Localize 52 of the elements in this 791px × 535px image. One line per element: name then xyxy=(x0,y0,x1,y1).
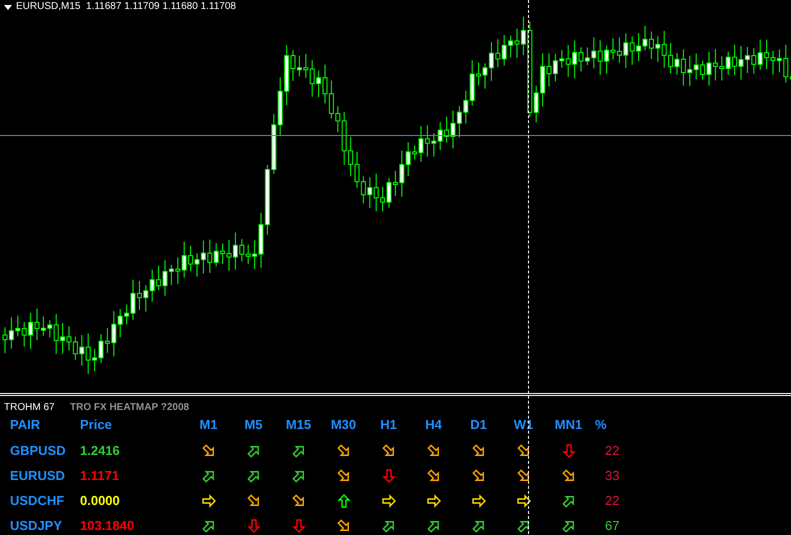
column-header: M30 xyxy=(330,416,358,434)
percent-value: 22 xyxy=(605,492,620,510)
pair-label: USDCHF xyxy=(10,492,66,510)
down-arrow-icon xyxy=(560,442,576,458)
percent-value: 67 xyxy=(605,517,620,535)
percent-value: 22 xyxy=(605,442,620,460)
price-value: 1.1171 xyxy=(80,467,120,485)
column-header: M15 xyxy=(284,416,312,434)
column-header: PAIR xyxy=(10,416,42,434)
down-arrow-icon xyxy=(290,518,306,534)
down-right-arrow-icon xyxy=(336,468,352,484)
column-header: H1 xyxy=(379,416,398,434)
percent-value: 33 xyxy=(605,467,620,485)
up-arrow-icon xyxy=(336,492,352,508)
down-right-arrow-icon xyxy=(336,442,352,458)
down-right-arrow-icon xyxy=(470,442,486,458)
down-arrow-icon xyxy=(246,518,262,534)
down-right-arrow-icon xyxy=(336,518,352,534)
right-arrow-icon xyxy=(380,492,396,508)
down-right-arrow-icon xyxy=(246,492,262,508)
column-header: Price xyxy=(80,416,113,434)
pair-label: USDJPY xyxy=(10,517,64,535)
down-right-arrow-icon xyxy=(516,442,532,458)
down-right-arrow-icon xyxy=(426,468,442,484)
right-arrow-icon xyxy=(200,492,216,508)
pair-label: EURUSD xyxy=(10,467,66,485)
triangle-icon[interactable] xyxy=(4,4,12,10)
down-arrow-icon xyxy=(380,468,396,484)
heatmap-title: TRO FX HEATMAP ?2008 xyxy=(70,402,190,413)
right-arrow-icon xyxy=(426,492,442,508)
down-right-arrow-icon xyxy=(200,442,216,458)
down-right-arrow-icon xyxy=(290,492,306,508)
column-header: M1 xyxy=(198,416,219,434)
chart-symbol-label: EURUSD,M15 1.11687 1.11709 1.11680 1.11708 xyxy=(16,1,236,13)
down-right-arrow-icon xyxy=(380,442,396,458)
column-header: D1 xyxy=(469,416,488,434)
column-header: H4 xyxy=(424,416,443,434)
pair-label: GBPUSD xyxy=(10,442,67,460)
down-right-arrow-icon xyxy=(560,468,576,484)
column-header: W1 xyxy=(512,416,534,434)
column-header: M5 xyxy=(243,416,264,434)
down-right-arrow-icon xyxy=(470,468,486,484)
column-header: % xyxy=(595,416,608,434)
right-arrow-icon xyxy=(470,492,486,508)
price-value: 0.0000 xyxy=(80,492,121,510)
down-right-arrow-icon xyxy=(426,442,442,458)
column-header: MN1 xyxy=(554,416,584,434)
right-arrow-icon xyxy=(516,492,532,508)
indicator-name: TROHM 67 xyxy=(4,402,56,413)
price-value: 103.1840 xyxy=(80,517,136,535)
price-value: 1.2416 xyxy=(80,442,121,460)
down-right-arrow-icon xyxy=(516,468,532,484)
